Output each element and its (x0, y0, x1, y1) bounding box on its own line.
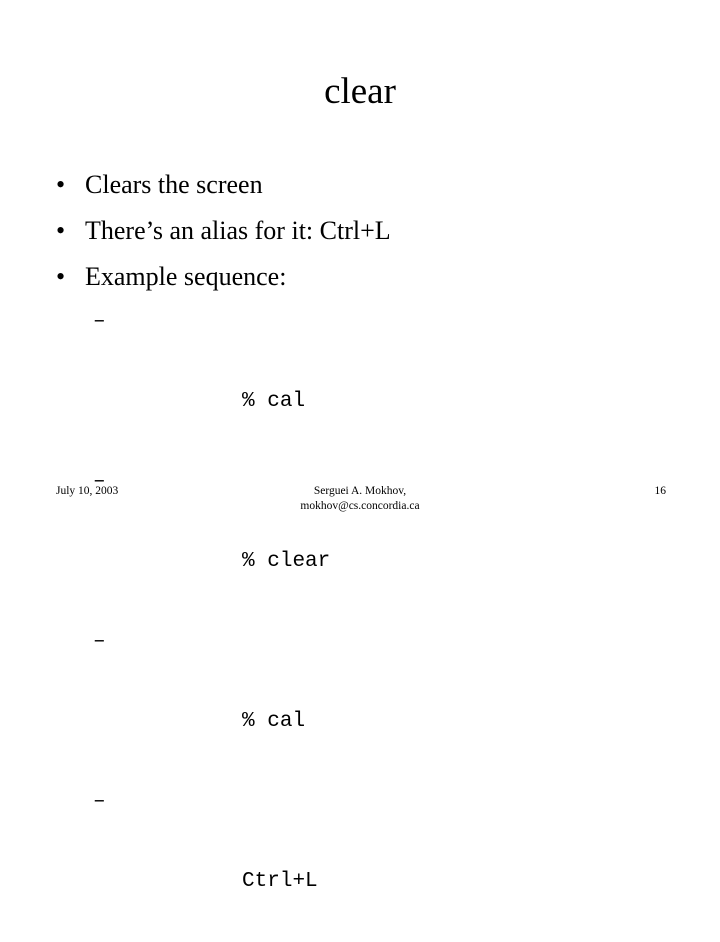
main-bullet-list: • Clears the screen • There’s an alias f… (48, 162, 678, 300)
sub-bullet-text: % clear (242, 550, 331, 573)
footer-author-block: Serguei A. Mokhov, mokhov@cs.concordia.c… (0, 484, 720, 514)
sub-bullet-list: – % cal – % clear – % cal – Ctrl+L (48, 302, 678, 942)
list-item: – Ctrl+L (48, 782, 678, 942)
bullet-text: Example sequence: (85, 262, 287, 291)
dash-marker-icon: – (93, 630, 106, 653)
footer-author-name: Serguei A. Mokhov, (313, 485, 407, 497)
slide-body: • Clears the screen • There’s an alias f… (48, 162, 678, 942)
bullet-dot-icon: • (56, 216, 66, 245)
list-item: • There’s an alias for it: Ctrl+L (48, 208, 678, 254)
footer-author-email: mokhov@cs.concordia.ca (300, 500, 420, 512)
sub-bullet-text: % cal (242, 390, 306, 413)
list-item: – % cal (48, 622, 678, 782)
dash-marker-icon: – (93, 310, 106, 333)
dash-marker-icon: – (93, 790, 106, 813)
list-item: • Clears the screen (48, 162, 678, 208)
bullet-dot-icon: • (56, 170, 66, 199)
slide-footer: July 10, 2003 Serguei A. Mokhov, mokhov@… (0, 484, 720, 540)
page-title: clear (324, 71, 396, 112)
sub-bullet-text: Ctrl+L (242, 870, 318, 893)
footer-page-number: 16 (654, 485, 667, 497)
list-item: – % cal (48, 302, 678, 462)
slide-canvas: clear • Clears the screen • There’s an a… (0, 0, 720, 893)
sub-bullet-text: % cal (242, 710, 306, 733)
bullet-text: Clears the screen (85, 170, 263, 199)
list-item: • Example sequence: (48, 254, 678, 300)
bullet-text: There’s an alias for it: Ctrl+L (85, 216, 391, 245)
sub-bullet-group: – % cal – % clear – % cal – Ctrl+L (48, 302, 678, 942)
bullet-dot-icon: • (56, 262, 66, 291)
